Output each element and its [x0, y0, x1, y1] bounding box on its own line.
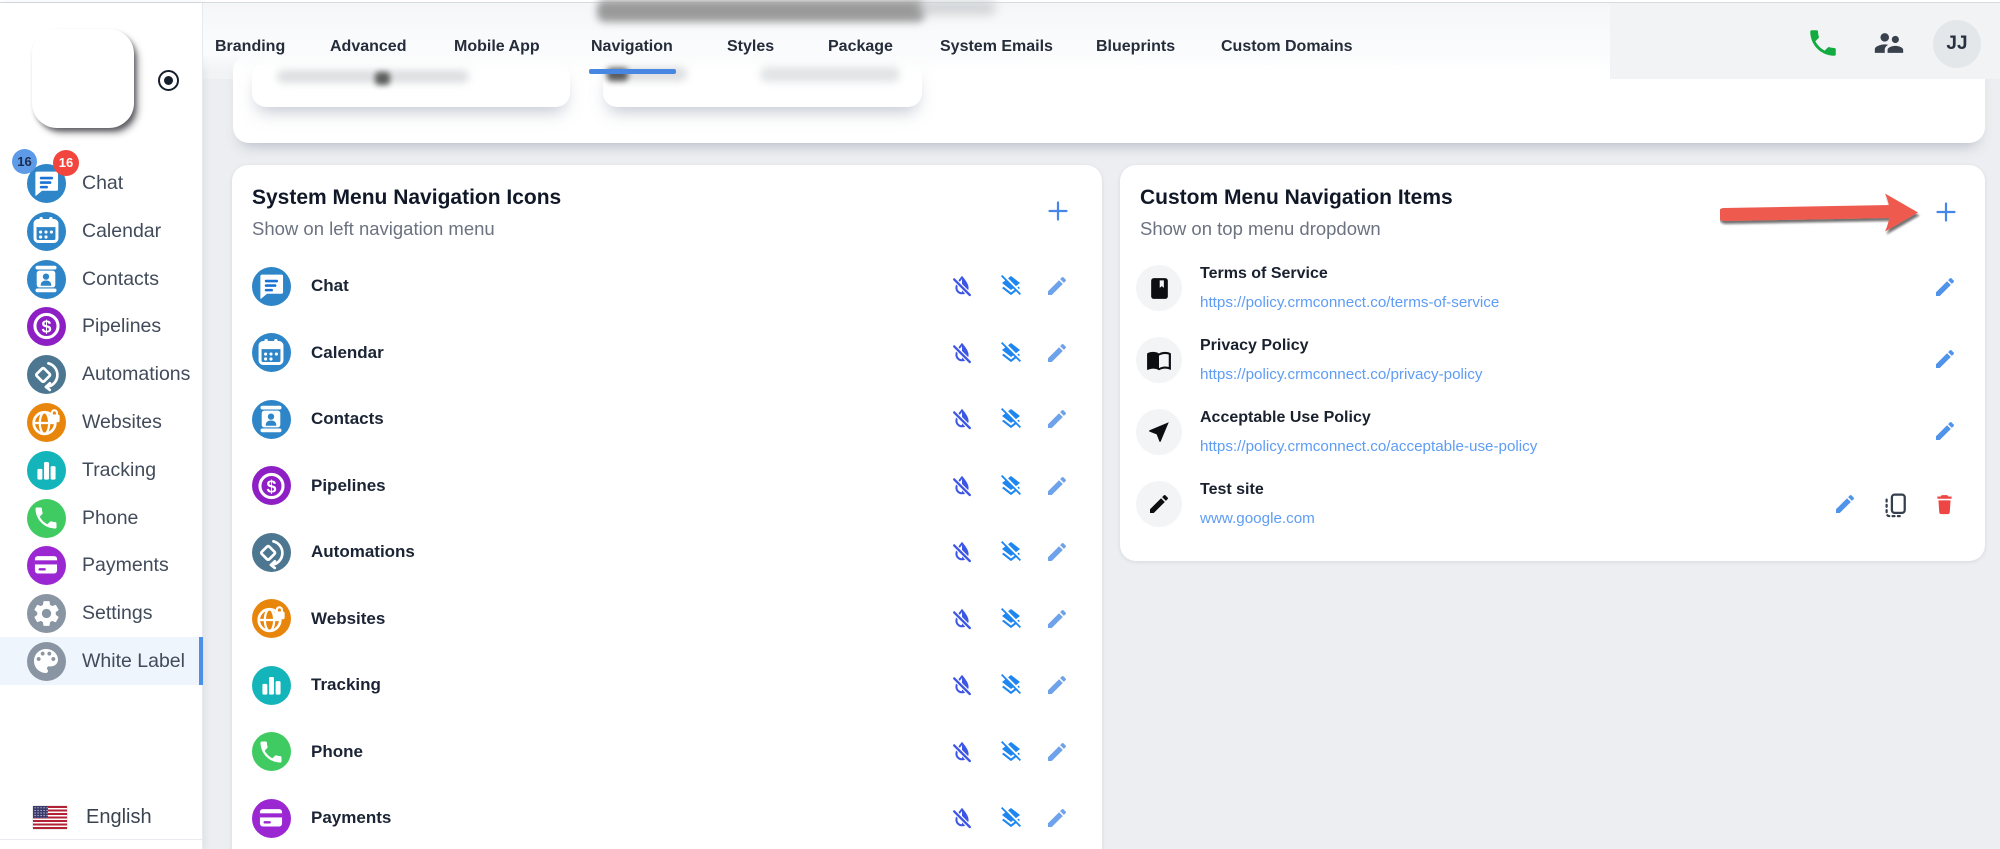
svg-text:$: $ [266, 476, 276, 496]
svg-text:$: $ [41, 317, 51, 337]
